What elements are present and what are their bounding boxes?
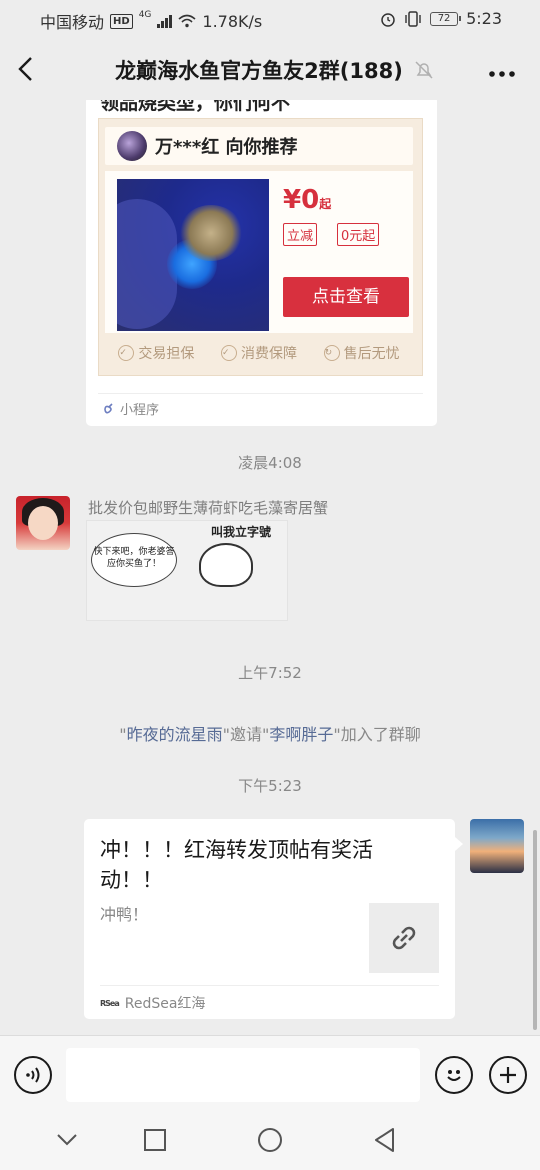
timestamp: 下午5:23 [238,777,302,795]
discount-tag: 立减 [283,223,318,246]
link-icon [392,926,416,950]
sender-avatar[interactable] [16,496,70,550]
chevron-down-icon [57,1134,77,1146]
sender-name: 批发价包邮野生薄荷虾吃毛藻寄居蟹 [88,499,329,517]
redsea-logo-icon: RSea [100,998,120,1008]
coral-product-image [117,179,269,331]
square-icon [144,1129,166,1151]
circle-icon [258,1128,282,1152]
alarm-icon [381,12,395,27]
refresh-icon: ↻ [323,345,340,361]
voice-icon [26,1067,40,1083]
mini-program-card[interactable]: 领品烧类型，你们何不 万***红 向你推荐 ¥0起 立减 0元起 点击查看 ✓ … [86,100,437,426]
title-bar: 龙巅海水鱼官方鱼友2群(188) [0,38,540,100]
sticker-caption: 叫我立字號 [211,525,272,539]
network-label: 4G [138,10,152,20]
guarantee-row: ✓ 交易担保 ✓ 消费保障 ↻ 售后无忧 [105,343,413,363]
mini-program-icon [104,402,113,413]
hd-badge: HD [110,13,133,29]
cut-off-text: 领品烧类型，你们何不 [100,100,291,114]
mini-program-preview[interactable]: 万***红 向你推荐 ¥0起 立减 0元起 点击查看 ✓ 交易担保 ✓ 消费保障 ↻… [98,118,423,376]
clock: 5:23 [466,9,502,28]
guarantee-consumer: ✓ 消费保障 [220,345,297,362]
input-bar [0,1035,540,1113]
link-source: RSea RedSea红海 [100,996,206,1012]
link-thumbnail [369,903,439,973]
nav-home-button[interactable] [255,1125,285,1155]
guarantee-aftersale: ↻ 售后无忧 [323,345,400,362]
ellipsis-icon [489,71,515,77]
nav-hide-keyboard-button[interactable] [52,1125,82,1155]
zero-start-tag: 0元起 [337,223,380,246]
emoji-button[interactable] [435,1056,473,1094]
wifi-icon [178,14,196,28]
mini-program-source: 小程序 [102,399,159,418]
sticker-speech-bubble: 快下来吧，你老婆答应你买鱼了！ [91,533,177,587]
shield-icon: ✓ [118,345,135,361]
network-speed: 1.78K/s [202,11,263,31]
system-message: "昨夜的流星雨"邀请"李啊胖子"加入了群聊 [119,725,421,744]
triangle-back-icon [375,1128,394,1152]
timestamp: 上午7:52 [238,664,302,682]
smiley-icon [447,1070,461,1081]
recommender-text: 万***红 向你推荐 [155,137,298,158]
timestamp: 凌晨4:08 [238,454,302,472]
system-nav-bar [0,1113,540,1170]
guarantee-trade: ✓ 交易担保 [118,345,195,362]
link-title: 冲！！！红海转发顶帖有奖活动！！ [100,838,373,892]
signal-icon [157,14,173,28]
inviter-name[interactable]: 昨夜的流星雨 [127,725,223,744]
invitee-name[interactable]: 李啊胖子 [269,725,333,744]
status-bar: 中国移动 HD 4G 1.78K/s 72 5:23 [0,0,540,38]
mini-program-header: 万***红 向你推荐 [105,127,413,165]
message-input[interactable] [66,1048,420,1102]
carrier-label: 中国移动 [40,13,105,32]
chat-title: 龙巅海水鱼官方鱼友2群(188) [115,59,403,83]
vibrate-icon [405,10,421,27]
mute-bell-icon [415,61,433,79]
nav-back-button[interactable] [370,1125,400,1155]
scrollbar[interactable] [533,830,537,1030]
voice-button[interactable] [14,1056,52,1094]
link-card[interactable]: 冲！！！红海转发顶帖有奖活动！！ 冲鸭！ RSea RedSea红海 [84,819,463,1019]
battery-icon: 72 [430,11,462,26]
recommender-avatar [117,131,147,161]
chat-area[interactable]: 领品烧类型，你们何不 万***红 向你推荐 ¥0起 立减 0元起 点击查看 ✓ … [0,100,540,1035]
nav-recents-button[interactable] [140,1125,170,1155]
plus-icon [500,1067,516,1083]
sticker-character [199,543,253,587]
price-label: ¥0起 [283,185,332,215]
add-button[interactable] [489,1056,527,1094]
my-avatar[interactable] [470,819,524,873]
view-button[interactable]: 点击查看 [283,277,409,317]
shield-icon: ✓ [220,345,237,361]
mini-program-body: ¥0起 立减 0元起 点击查看 [105,171,413,333]
link-description: 冲鸭！ [100,905,149,924]
more-options-button[interactable] [488,56,516,84]
sticker-image[interactable]: 快下来吧，你老婆答应你买鱼了！ 叫我立字號 [86,520,288,621]
